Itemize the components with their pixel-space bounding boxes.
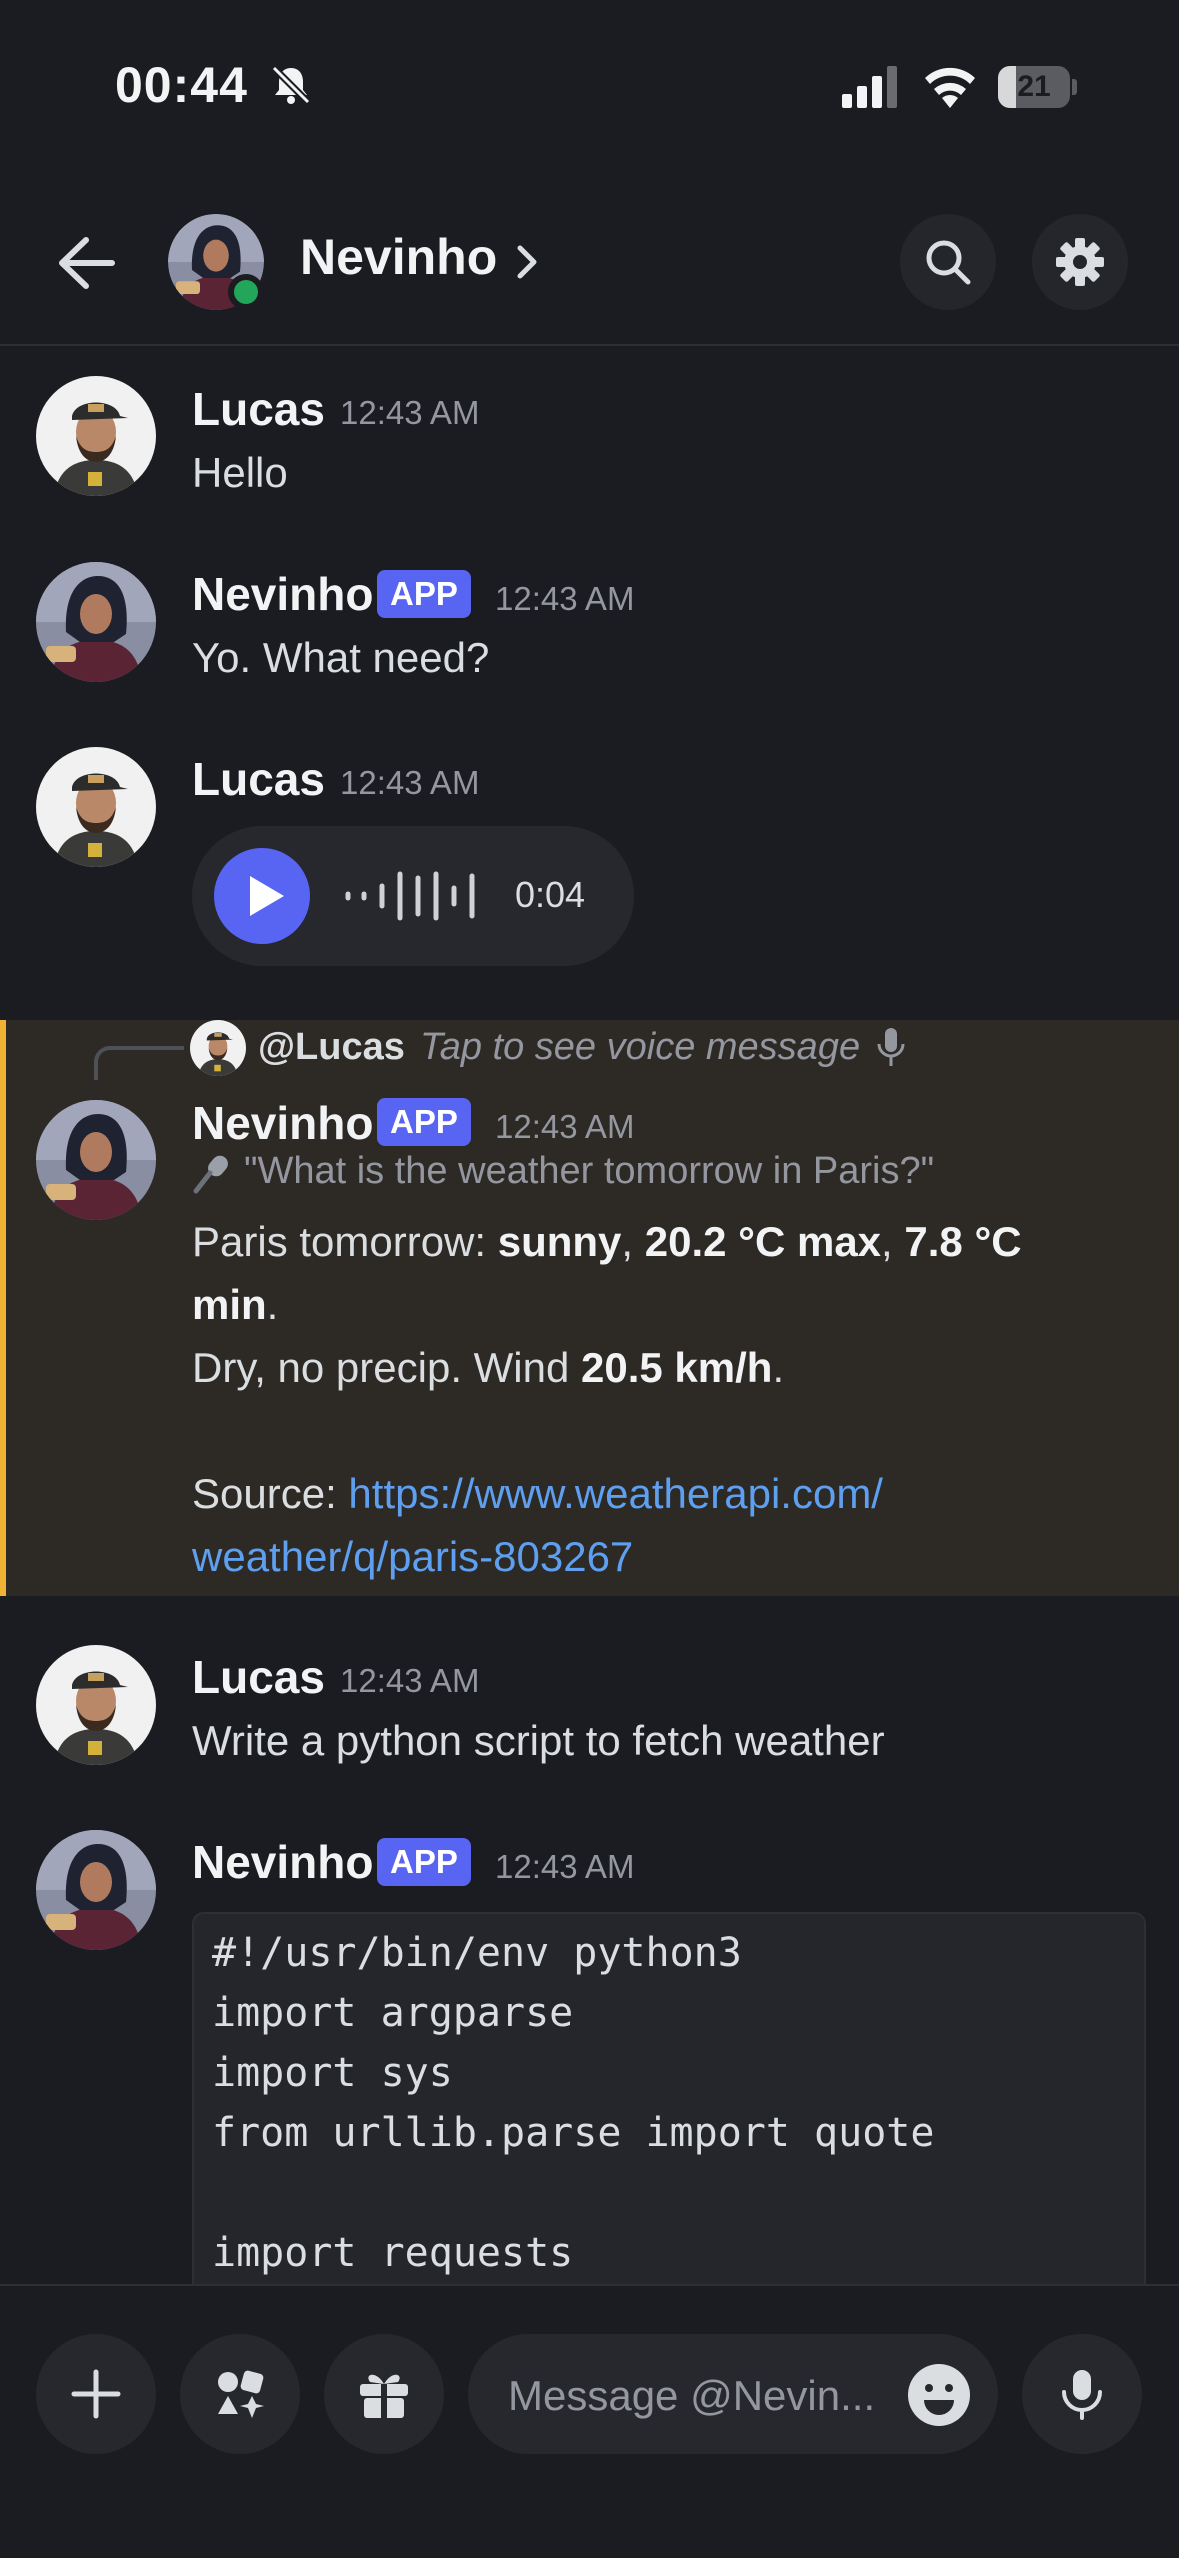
- code-block[interactable]: #!/usr/bin/env python3 import argparse i…: [192, 1912, 1146, 2296]
- reply-mention[interactable]: @Lucas: [258, 1026, 405, 1069]
- message-author[interactable]: Lucas: [192, 1650, 325, 1704]
- code-line: import argparse: [212, 1990, 574, 2036]
- code-line: from urllib.parse import quote: [212, 2110, 935, 2156]
- message-author[interactable]: Nevinho: [192, 1835, 373, 1889]
- add-attachment-button[interactable]: [36, 2334, 156, 2454]
- gear-icon: [1056, 238, 1104, 286]
- signal-icon: [842, 66, 897, 108]
- weather-min-value: 7.8 °C: [904, 1218, 1022, 1265]
- gift-icon: [360, 2374, 408, 2418]
- weather-end1: .: [266, 1281, 279, 1328]
- weather-sep1: ,: [621, 1218, 645, 1265]
- weather-line2-prefix: Dry, no precip. Wind: [192, 1344, 582, 1391]
- avatar[interactable]: [36, 1100, 156, 1220]
- app-badge: APP: [377, 1098, 471, 1146]
- studio-microphone-icon: [193, 1155, 228, 1194]
- bell-muted-icon: [271, 65, 311, 105]
- microphone-icon: [877, 1028, 905, 1066]
- app-badge: APP: [377, 570, 471, 618]
- message-timestamp: 12:43 AM: [495, 1108, 635, 1145]
- code-line: import requests: [212, 2230, 574, 2276]
- chat-header: Nevinho: [0, 180, 1179, 346]
- voice-duration: 0:04: [515, 874, 586, 915]
- avatar[interactable]: [36, 1830, 156, 1950]
- message-text: Hello: [192, 449, 288, 496]
- code-line: #!/usr/bin/env python3: [212, 1930, 742, 1976]
- avatar[interactable]: [36, 376, 156, 496]
- microphone-icon: [1062, 2370, 1102, 2420]
- search-icon: [926, 240, 971, 285]
- plus-icon: [71, 2369, 121, 2419]
- weather-condition: sunny: [497, 1218, 622, 1265]
- source-link-continued[interactable]: weather/q/paris-803267: [192, 1533, 633, 1580]
- source-label: Source:: [192, 1470, 349, 1517]
- battery-level: 21: [1017, 70, 1051, 103]
- online-status-dot: [228, 274, 264, 310]
- status-time: 00:44: [115, 57, 248, 113]
- reply-connector: [94, 1046, 184, 1080]
- play-button[interactable]: [214, 848, 310, 944]
- message-author[interactable]: Nevinho: [192, 567, 373, 621]
- message-timestamp: 12:43 AM: [340, 1662, 480, 1699]
- app-badge: APP: [377, 1838, 471, 1886]
- play-icon: [250, 876, 284, 916]
- message-timestamp: 12:43 AM: [495, 580, 635, 617]
- avatar[interactable]: [36, 747, 156, 867]
- emoji-icon[interactable]: [906, 2362, 972, 2428]
- waveform-icon: [345, 871, 475, 921]
- wifi-icon: [925, 67, 975, 108]
- mention-highlight-bar: [0, 1020, 6, 1596]
- code-line: import sys: [212, 2050, 453, 2096]
- weather-end2: .: [772, 1344, 785, 1391]
- chevron-right-icon[interactable]: [512, 242, 542, 282]
- weather-min-label: min: [192, 1281, 267, 1328]
- avatar[interactable]: [36, 1645, 156, 1765]
- search-button[interactable]: [900, 214, 996, 310]
- message-input-placeholder: Message @Nevin...: [508, 2372, 876, 2419]
- message-timestamp: 12:43 AM: [495, 1848, 635, 1885]
- weather-wind: 20.5 km/h: [581, 1344, 773, 1391]
- message-author[interactable]: Nevinho: [192, 1096, 373, 1150]
- voice-transcript: "What is the weather tomorrow in Paris?": [190, 1150, 934, 1195]
- header-title[interactable]: Nevinho: [300, 228, 497, 286]
- avatar[interactable]: [36, 562, 156, 682]
- weather-max: 20.2 °C max: [644, 1218, 882, 1265]
- weather-sep2: ,: [881, 1218, 905, 1265]
- message-composer: Message @Nevin...: [0, 2284, 1179, 2558]
- source-link[interactable]: https://www.weatherapi.com/: [348, 1470, 883, 1517]
- back-arrow-icon[interactable]: [50, 228, 120, 298]
- settings-button[interactable]: [1032, 214, 1128, 310]
- transcript-text: "What is the weather tomorrow in Paris?": [244, 1150, 935, 1192]
- reply-preview[interactable]: Tap to see voice message: [420, 1026, 860, 1069]
- voice-message[interactable]: 0:04: [192, 826, 634, 966]
- status-bar: 00:44 21: [0, 0, 1179, 180]
- message-timestamp: 12:43 AM: [340, 764, 480, 801]
- apps-button[interactable]: [180, 2334, 300, 2454]
- reply-avatar: [190, 1020, 246, 1076]
- voice-record-button[interactable]: [1022, 2334, 1142, 2454]
- battery-indicator: 21: [998, 66, 1078, 108]
- weather-line1-prefix: Paris tomorrow:: [192, 1218, 498, 1265]
- gift-button[interactable]: [324, 2334, 444, 2454]
- message-text: Yo. What need?: [192, 634, 490, 681]
- apps-icon: [218, 2370, 264, 2418]
- message-text: Paris tomorrow: sunny, 20.2 °C max, 7.8 …: [192, 1210, 1132, 1588]
- message-author[interactable]: Lucas: [192, 752, 325, 806]
- message-timestamp: 12:43 AM: [340, 394, 480, 431]
- message-author[interactable]: Lucas: [192, 382, 325, 436]
- message-input[interactable]: Message @Nevin...: [468, 2334, 998, 2454]
- message-text: Write a python script to fetch weather: [192, 1717, 885, 1764]
